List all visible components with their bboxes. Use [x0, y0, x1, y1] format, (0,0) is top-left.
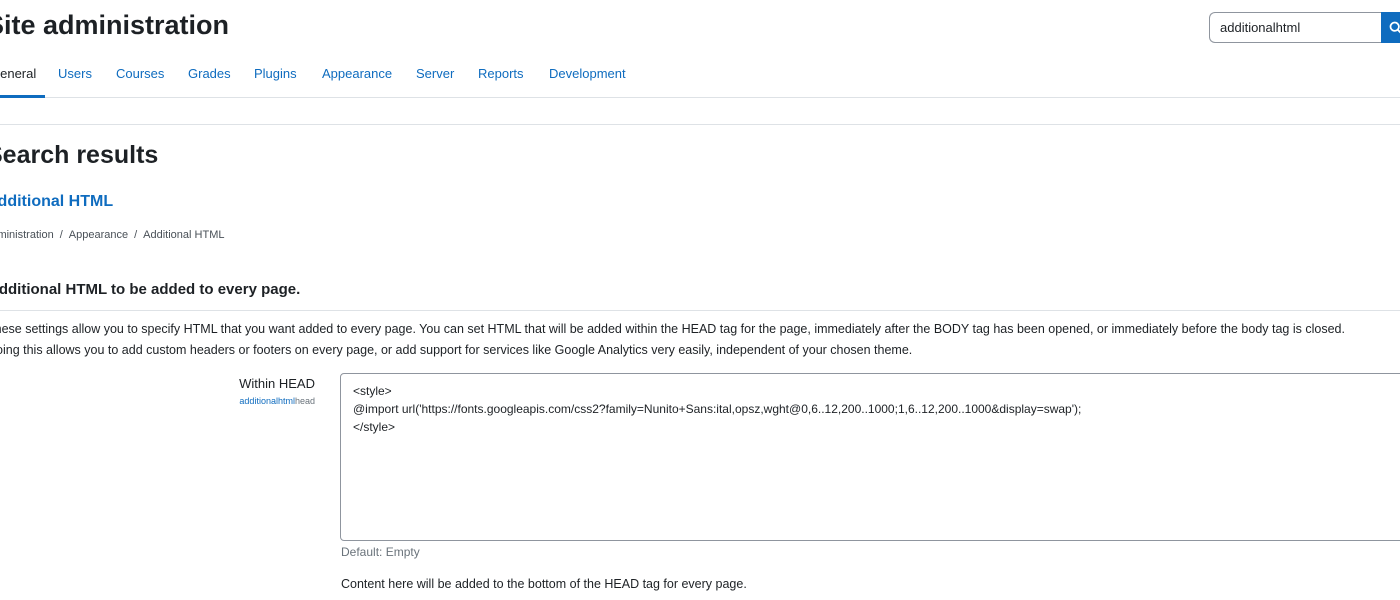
tab-general[interactable]: General	[0, 58, 45, 98]
tab-courses[interactable]: Courses	[116, 58, 164, 98]
setting-label: Within HEAD	[239, 376, 315, 391]
breadcrumb: Administration/Appearance/Additional HTM…	[0, 229, 224, 241]
section-description-line: Doing this allows you to add custom head…	[0, 343, 913, 357]
page-title: Site administration	[0, 10, 230, 40]
search-results-heading: Search results	[0, 141, 159, 169]
tab-development[interactable]: Development	[549, 58, 626, 98]
breadcrumb-item: Administration	[0, 229, 54, 241]
content-divider	[0, 124, 1400, 125]
tab-grades[interactable]: Grades	[188, 58, 231, 98]
breadcrumb-item: Appearance	[68, 229, 129, 241]
admin-search	[1209, 12, 1400, 43]
tab-server[interactable]: Server	[416, 58, 454, 98]
setting-default: Default: Empty	[341, 545, 420, 559]
setting-id-prefix: additionalhtml	[239, 396, 295, 406]
tab-plugins[interactable]: Plugins	[254, 58, 297, 98]
search-button[interactable]	[1381, 12, 1400, 43]
breadcrumb-item: Additional HTML	[143, 229, 225, 241]
tab-users[interactable]: Users	[58, 58, 92, 98]
section-heading: Additional HTML to be added to every pag…	[0, 281, 301, 298]
tab-appearance[interactable]: Appearance	[322, 58, 392, 98]
admin-tabs: General Users Courses Grades Plugins App…	[0, 58, 1400, 98]
setting-id-suffix: head	[294, 396, 315, 406]
within-head-textarea[interactable]: <style> @import url('https://fonts.googl…	[340, 373, 1400, 541]
section-description-line: These settings allow you to specify HTML…	[0, 322, 1345, 336]
setting-identifier: additionalhtmlhead	[239, 396, 315, 406]
tab-reports[interactable]: Reports	[478, 58, 524, 98]
search-icon	[1389, 21, 1400, 33]
setting-help-text: Content here will be added to the bottom…	[341, 577, 747, 591]
search-input[interactable]	[1209, 12, 1381, 43]
section-divider	[0, 310, 1400, 311]
result-title-link[interactable]: Additional HTML	[0, 193, 113, 211]
